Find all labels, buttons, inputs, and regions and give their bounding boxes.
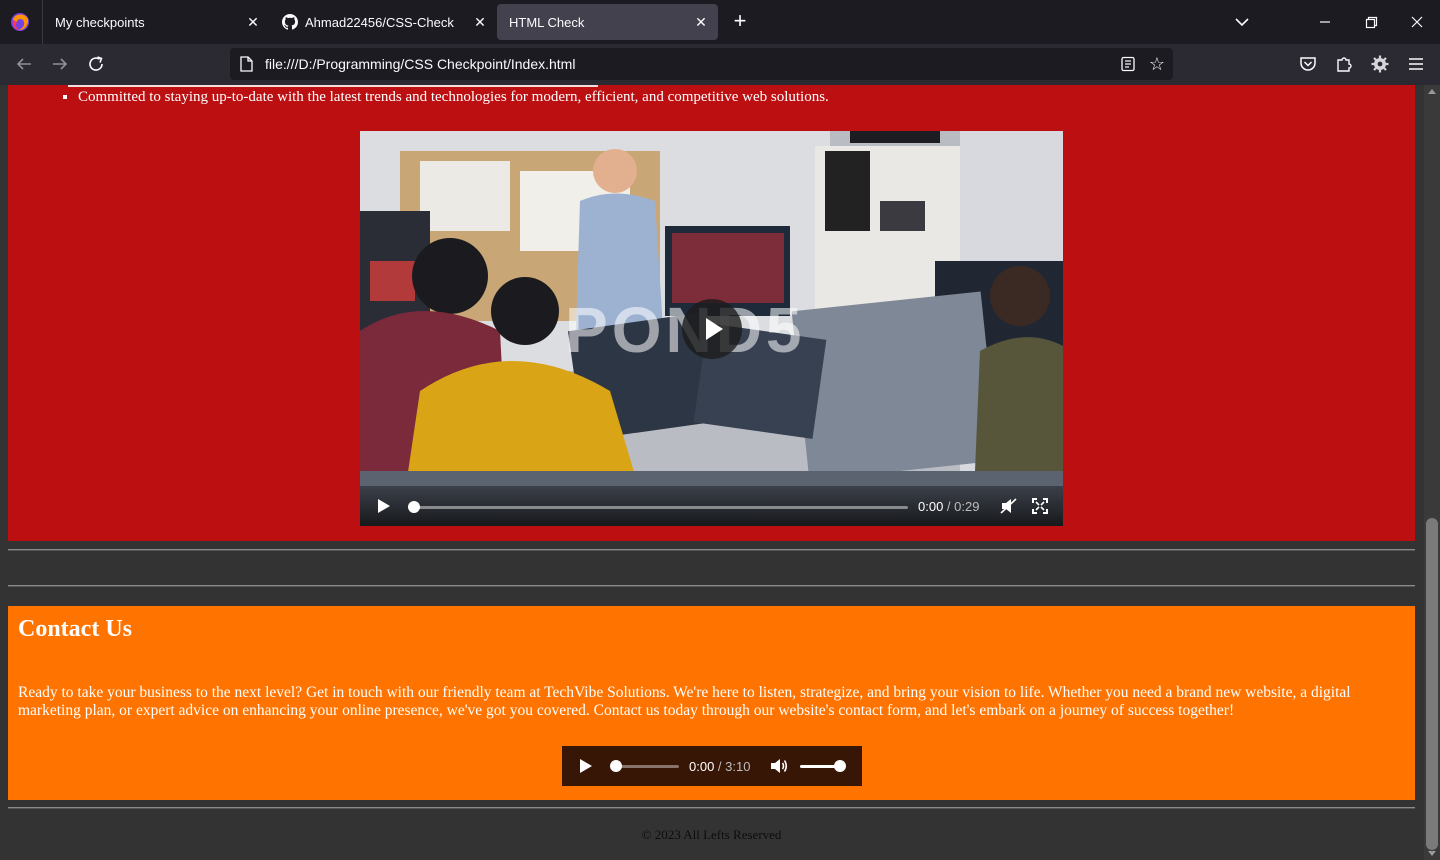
firefox-logo-icon[interactable] (10, 12, 30, 32)
feature-list: Committed to staying up-to-date with the… (78, 89, 829, 106)
video-progress-handle[interactable] (408, 501, 420, 513)
audio-current-time: 0:00 (689, 759, 715, 774)
audio-play-button[interactable] (580, 759, 594, 773)
tab-bar: My checkpoints ✕ Ahmad22456/CSS-Check ✕ … (0, 0, 1440, 44)
bookmark-star-icon[interactable]: ☆ (1146, 53, 1168, 75)
reload-icon[interactable] (85, 53, 107, 75)
tab-css-check[interactable]: Ahmad22456/CSS-Check ✕ (270, 4, 497, 40)
contact-section: Contact Us Ready to take your business t… (8, 606, 1415, 800)
list-item: Committed to staying up-to-date with the… (78, 89, 829, 106)
horizontal-rule (8, 807, 1415, 809)
volume-slider-handle[interactable] (834, 760, 846, 772)
video-center-play-button[interactable] (682, 299, 742, 359)
close-window-icon[interactable] (1405, 10, 1429, 34)
hamburger-menu-icon[interactable] (1405, 53, 1427, 75)
audio-time-display: 0:00 / 3:10 (689, 759, 750, 774)
extension-gear-icon[interactable] (1369, 53, 1391, 75)
tab-label: My checkpoints (55, 15, 145, 30)
audio-player[interactable]: 0:00 / 3:10 (562, 746, 862, 786)
audio-time-separator: / (714, 759, 726, 774)
navigation-toolbar: file:///D:/Programming/CSS Checkpoint/In… (0, 44, 1440, 85)
video-time-display: 0:00 / 0:29 (918, 499, 979, 514)
about-section: Committed to staying up-to-date with the… (8, 85, 1415, 541)
video-player[interactable]: POND5 0:00 / 0:29 (360, 131, 1063, 526)
minimize-icon[interactable] (1313, 10, 1337, 34)
new-tab-icon[interactable]: + (729, 10, 751, 32)
clipped-text-fragment (68, 85, 598, 87)
contact-paragraph: Ready to take your business to the next … (18, 684, 1351, 719)
video-muted-speaker-icon[interactable] (1000, 498, 1018, 514)
scrollbar-thumb[interactable] (1426, 518, 1438, 850)
volume-speaker-icon[interactable] (770, 757, 788, 775)
scroll-down-arrow-icon[interactable] (1428, 851, 1436, 856)
video-duration: 0:29 (954, 499, 980, 514)
fullscreen-icon[interactable] (1032, 498, 1048, 514)
github-icon (282, 14, 298, 30)
page-document-icon (240, 56, 253, 72)
video-controls-bar: 0:00 / 0:29 (360, 486, 1063, 526)
close-tab-icon[interactable]: ✕ (692, 13, 710, 31)
footer-copyright: © 2023 All Lefts Reserved (641, 827, 782, 842)
address-bar[interactable]: file:///D:/Programming/CSS Checkpoint/In… (230, 48, 1173, 80)
extensions-puzzle-icon[interactable] (1333, 53, 1355, 75)
scroll-up-arrow-icon[interactable] (1428, 89, 1436, 94)
horizontal-rule (8, 549, 1415, 551)
list-all-tabs-icon[interactable] (1230, 10, 1254, 34)
close-tab-icon[interactable]: ✕ (244, 13, 262, 31)
video-progress-slider[interactable] (414, 506, 908, 509)
restore-icon[interactable] (1359, 10, 1383, 34)
tab-html-check[interactable]: HTML Check ✕ (497, 4, 718, 40)
back-arrow-icon[interactable] (13, 53, 35, 75)
video-current-time: 0:00 (918, 499, 944, 514)
contact-heading: Contact Us (18, 616, 132, 642)
tab-label: HTML Check (509, 15, 585, 30)
tab-label: Ahmad22456/CSS-Check (305, 15, 454, 30)
pocket-icon[interactable] (1297, 53, 1319, 75)
close-tab-icon[interactable]: ✕ (471, 13, 489, 31)
audio-progress-slider[interactable] (616, 765, 679, 768)
audio-progress-handle[interactable] (610, 760, 622, 772)
url-text[interactable]: file:///D:/Programming/CSS Checkpoint/In… (265, 56, 575, 72)
forward-arrow-icon[interactable] (49, 53, 71, 75)
video-play-button[interactable] (378, 499, 392, 513)
reader-view-icon[interactable] (1120, 56, 1136, 72)
horizontal-rule (8, 585, 1415, 587)
video-time-separator: / (943, 499, 955, 514)
tab-my-checkpoints[interactable]: My checkpoints ✕ (43, 4, 270, 40)
page-scrollbar[interactable] (1424, 85, 1440, 860)
page-viewport: Committed to staying up-to-date with the… (0, 85, 1424, 860)
audio-duration: 3:10 (725, 759, 751, 774)
